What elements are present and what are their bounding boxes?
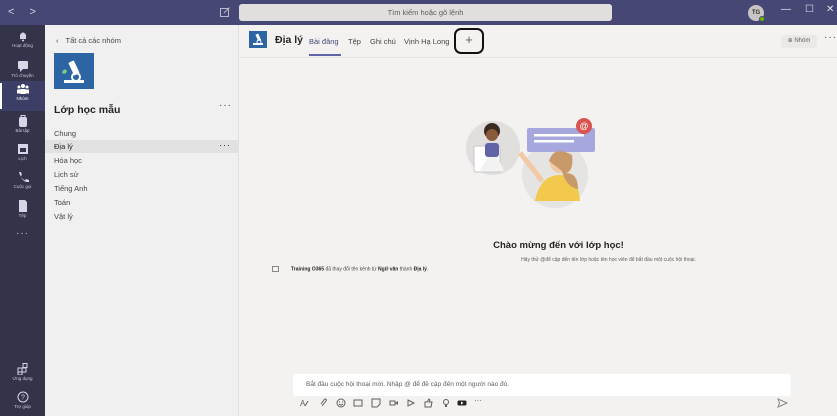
avatar-initials: TG (751, 10, 761, 16)
svg-text:@: @ (579, 121, 588, 131)
chevron-left-icon: ‹ (56, 36, 59, 45)
rail-calendar[interactable]: Lịch (0, 141, 45, 171)
rail-assignments[interactable]: Bài tập (0, 113, 45, 143)
event-old-name: Ngữ văn (378, 266, 399, 273)
attach-icon[interactable] (319, 398, 329, 408)
team-avatar (54, 53, 94, 89)
channel-view: Địa lý Bài đăng Tệp Ghi chú Vịnh Hạ Long… (240, 25, 837, 416)
add-tab-button[interactable]: + (454, 28, 484, 54)
close-button[interactable]: ✕ (826, 4, 834, 15)
file-icon (18, 200, 27, 212)
channel-panel: ‹ Tất cả các nhóm Lớp học mẫu ··· Chung Đ… (45, 25, 239, 416)
edit-event-icon (272, 266, 279, 272)
minimize-button[interactable]: — (781, 4, 791, 15)
rail-label: Bài tập (15, 128, 30, 133)
new-conversation-input[interactable]: Bắt đầu cuộc hội thoại mới. Nhập @ để đề… (293, 374, 791, 396)
channel-team-icon (249, 31, 267, 48)
rail-label: Trò chuyện (11, 73, 34, 78)
channel-item[interactable]: Lịch sử (45, 168, 239, 181)
svg-text:?: ? (21, 395, 25, 402)
channel-item[interactable]: Chung (45, 127, 239, 140)
emoji-icon[interactable] (336, 398, 346, 408)
rail-label: Cuộc gọi (13, 184, 32, 189)
help-icon: ? (17, 391, 28, 403)
microscope-icon (62, 60, 84, 83)
rail-activity[interactable]: Hoạt động (0, 28, 45, 58)
tab-posts[interactable]: Bài đăng (309, 37, 339, 46)
event-new-name: Địa lý (413, 266, 427, 273)
rail-calls[interactable]: Cuộc gọi (0, 169, 45, 199)
gif-icon[interactable] (353, 398, 363, 408)
channel-rename-event: Training O365 đã thay đổi tên kênh từ Ng… (272, 266, 428, 272)
channel-header: Địa lý Bài đăng Tệp Ghi chú Vịnh Hạ Long… (240, 25, 837, 58)
rail-files[interactable]: Tệp (0, 198, 45, 228)
team-more-button[interactable]: ··· (219, 100, 232, 111)
rail-label: Lịch (18, 156, 27, 161)
rail-label: Trợ giúp (14, 404, 31, 409)
praise-icon[interactable] (423, 398, 433, 408)
tab-ha-long-bay[interactable]: Vịnh Hạ Long (404, 37, 449, 46)
header-more-button[interactable]: ··· (824, 32, 837, 43)
event-actor: Training O365 (291, 266, 325, 273)
backpack-icon (18, 115, 27, 127)
bell-icon (19, 32, 26, 42)
rail-teams[interactable]: Nhóm (0, 81, 45, 111)
team-button[interactable]: ⊕ Nhóm (781, 35, 817, 48)
format-icon[interactable]: A (299, 398, 309, 408)
channel-item[interactable]: Toán (45, 196, 239, 209)
welcome-illustration: @ (466, 118, 595, 208)
calendar-icon (17, 144, 28, 154)
channel-label: Địa lý (54, 142, 73, 151)
event-text: . (426, 266, 429, 273)
event-text: đã thay đổi tên kênh từ (324, 266, 379, 273)
send-icon[interactable] (777, 398, 788, 408)
all-teams-label: Tất cả các nhóm (65, 36, 121, 45)
active-tab-indicator (309, 54, 341, 56)
sticker-icon[interactable] (371, 398, 381, 408)
all-teams-link[interactable]: ‹ Tất cả các nhóm (56, 36, 121, 45)
channel-more-button[interactable]: ··· (219, 139, 231, 152)
app-rail: Hoạt động Trò chuyện Nhóm Bài tập Lịch C… (0, 25, 45, 416)
rail-label: Hoạt động (12, 43, 33, 48)
rail-label: Tệp (18, 213, 27, 218)
channel-item[interactable]: Tiếng Anh (45, 182, 239, 195)
presence-available-icon (759, 16, 765, 22)
more-apps-button[interactable]: ··· (0, 228, 45, 239)
event-text: thành (398, 266, 414, 273)
tab-notes[interactable]: Ghi chú (370, 37, 396, 46)
chat-icon (17, 61, 28, 72)
youtube-icon[interactable] (457, 398, 467, 408)
microscope-icon (253, 33, 263, 45)
stream-icon[interactable] (406, 398, 416, 408)
phone-icon (18, 172, 29, 183)
teams-icon (16, 84, 29, 94)
channel-item[interactable]: Hóa học (45, 154, 239, 167)
search-input[interactable]: Tìm kiếm hoặc gõ lệnh (239, 4, 612, 21)
rail-apps[interactable]: Ứng dụng (0, 361, 45, 391)
rail-help[interactable]: ? Trợ giúp (0, 389, 45, 416)
title-bar: < > Tìm kiếm hoặc gõ lệnh TG — ☐ ✕ (0, 0, 837, 25)
meet-now-icon[interactable] (389, 398, 399, 408)
maximize-button[interactable]: ☐ (805, 4, 814, 15)
channel-title: Địa lý (275, 34, 304, 46)
channel-item-selected[interactable]: Địa lý ··· (45, 140, 239, 153)
lightbulb-icon[interactable] (441, 398, 451, 408)
new-chat-icon[interactable] (219, 6, 231, 18)
history-nav[interactable]: < > (8, 6, 42, 18)
welcome-subtitle: Hãy thử @để cập đến tên lớp hoặc tên học… (521, 257, 696, 263)
svg-text:A: A (300, 399, 306, 408)
channel-item[interactable]: Vật lý (45, 210, 239, 223)
welcome-title: Chào mừng đến với lớp học! (493, 240, 624, 251)
rail-label: Ứng dụng (12, 376, 33, 381)
avatar[interactable]: TG (748, 5, 765, 22)
team-name: Lớp học mẫu (54, 104, 121, 116)
tab-files[interactable]: Tệp (348, 37, 361, 46)
apps-icon (17, 363, 27, 375)
more-options-button[interactable]: ··· (474, 396, 488, 406)
rail-label: Nhóm (16, 96, 29, 101)
